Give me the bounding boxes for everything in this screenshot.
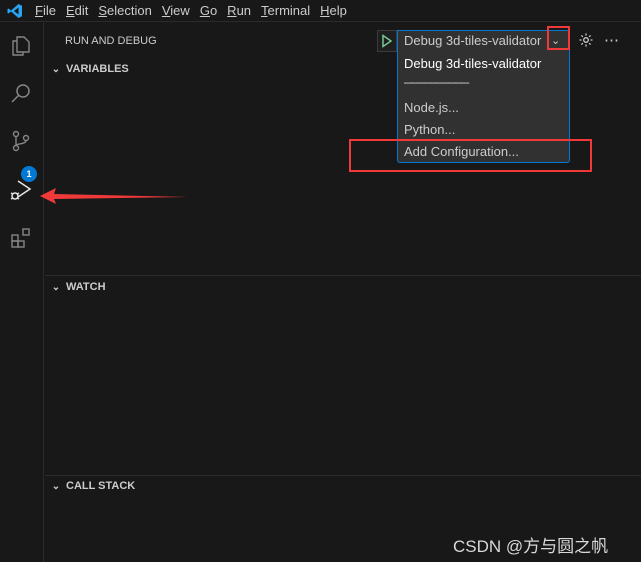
menu-bar: File Edit Selection View Go Run Terminal… [0,0,641,22]
section-label: CALL STACK [66,480,136,492]
annotation-arrow [40,188,188,204]
menu-terminal[interactable]: Terminal [256,0,315,22]
menu-help[interactable]: Help [315,0,352,22]
option-separator: ────────── [404,75,469,90]
option-debug-config[interactable]: Debug 3d-tiles-validator [404,56,541,71]
menu-edit[interactable]: Edit [61,0,93,22]
activity-bar: 1 [0,23,44,562]
section-watch[interactable]: ⌄ WATCH [45,276,641,298]
vscode-logo-icon [0,0,30,22]
menu-selection[interactable]: Selection [93,0,156,22]
watermark: CSDN @方与圆之帆 [453,537,609,556]
panel-title: RUN AND DEBUG [65,35,157,47]
chevron-down-icon: ⌄ [51,63,61,75]
search-icon[interactable] [6,79,36,109]
more-actions-icon[interactable]: ⋯ [604,31,620,49]
start-debugging-button[interactable] [377,30,397,52]
gear-icon[interactable] [578,32,594,51]
explorer-icon[interactable] [6,31,36,61]
chevron-down-icon: ⌄ [51,281,61,293]
menu-go[interactable]: Go [195,0,222,22]
extensions-icon[interactable] [6,223,36,253]
menu-view[interactable]: View [157,0,195,22]
chevron-down-icon: ⌄ [51,480,61,492]
section-call-stack[interactable]: ⌄ CALL STACK [45,475,641,497]
run-debug-icon[interactable] [6,175,36,205]
section-label: WATCH [66,281,106,293]
option-nodejs[interactable]: Node.js... [404,100,459,115]
option-python[interactable]: Python... [404,122,455,137]
menu-run[interactable]: Run [222,0,256,22]
annotation-box-dropdown [547,26,570,50]
source-control-icon[interactable] [6,126,36,156]
play-icon [382,34,393,48]
debug-config-select[interactable]: Debug 3d-tiles-validator [397,30,570,52]
selected-config: Debug 3d-tiles-validator [404,33,542,48]
section-label: VARIABLES [66,63,129,75]
menu-file[interactable]: File [30,0,61,22]
annotation-box-add-config [349,139,592,172]
